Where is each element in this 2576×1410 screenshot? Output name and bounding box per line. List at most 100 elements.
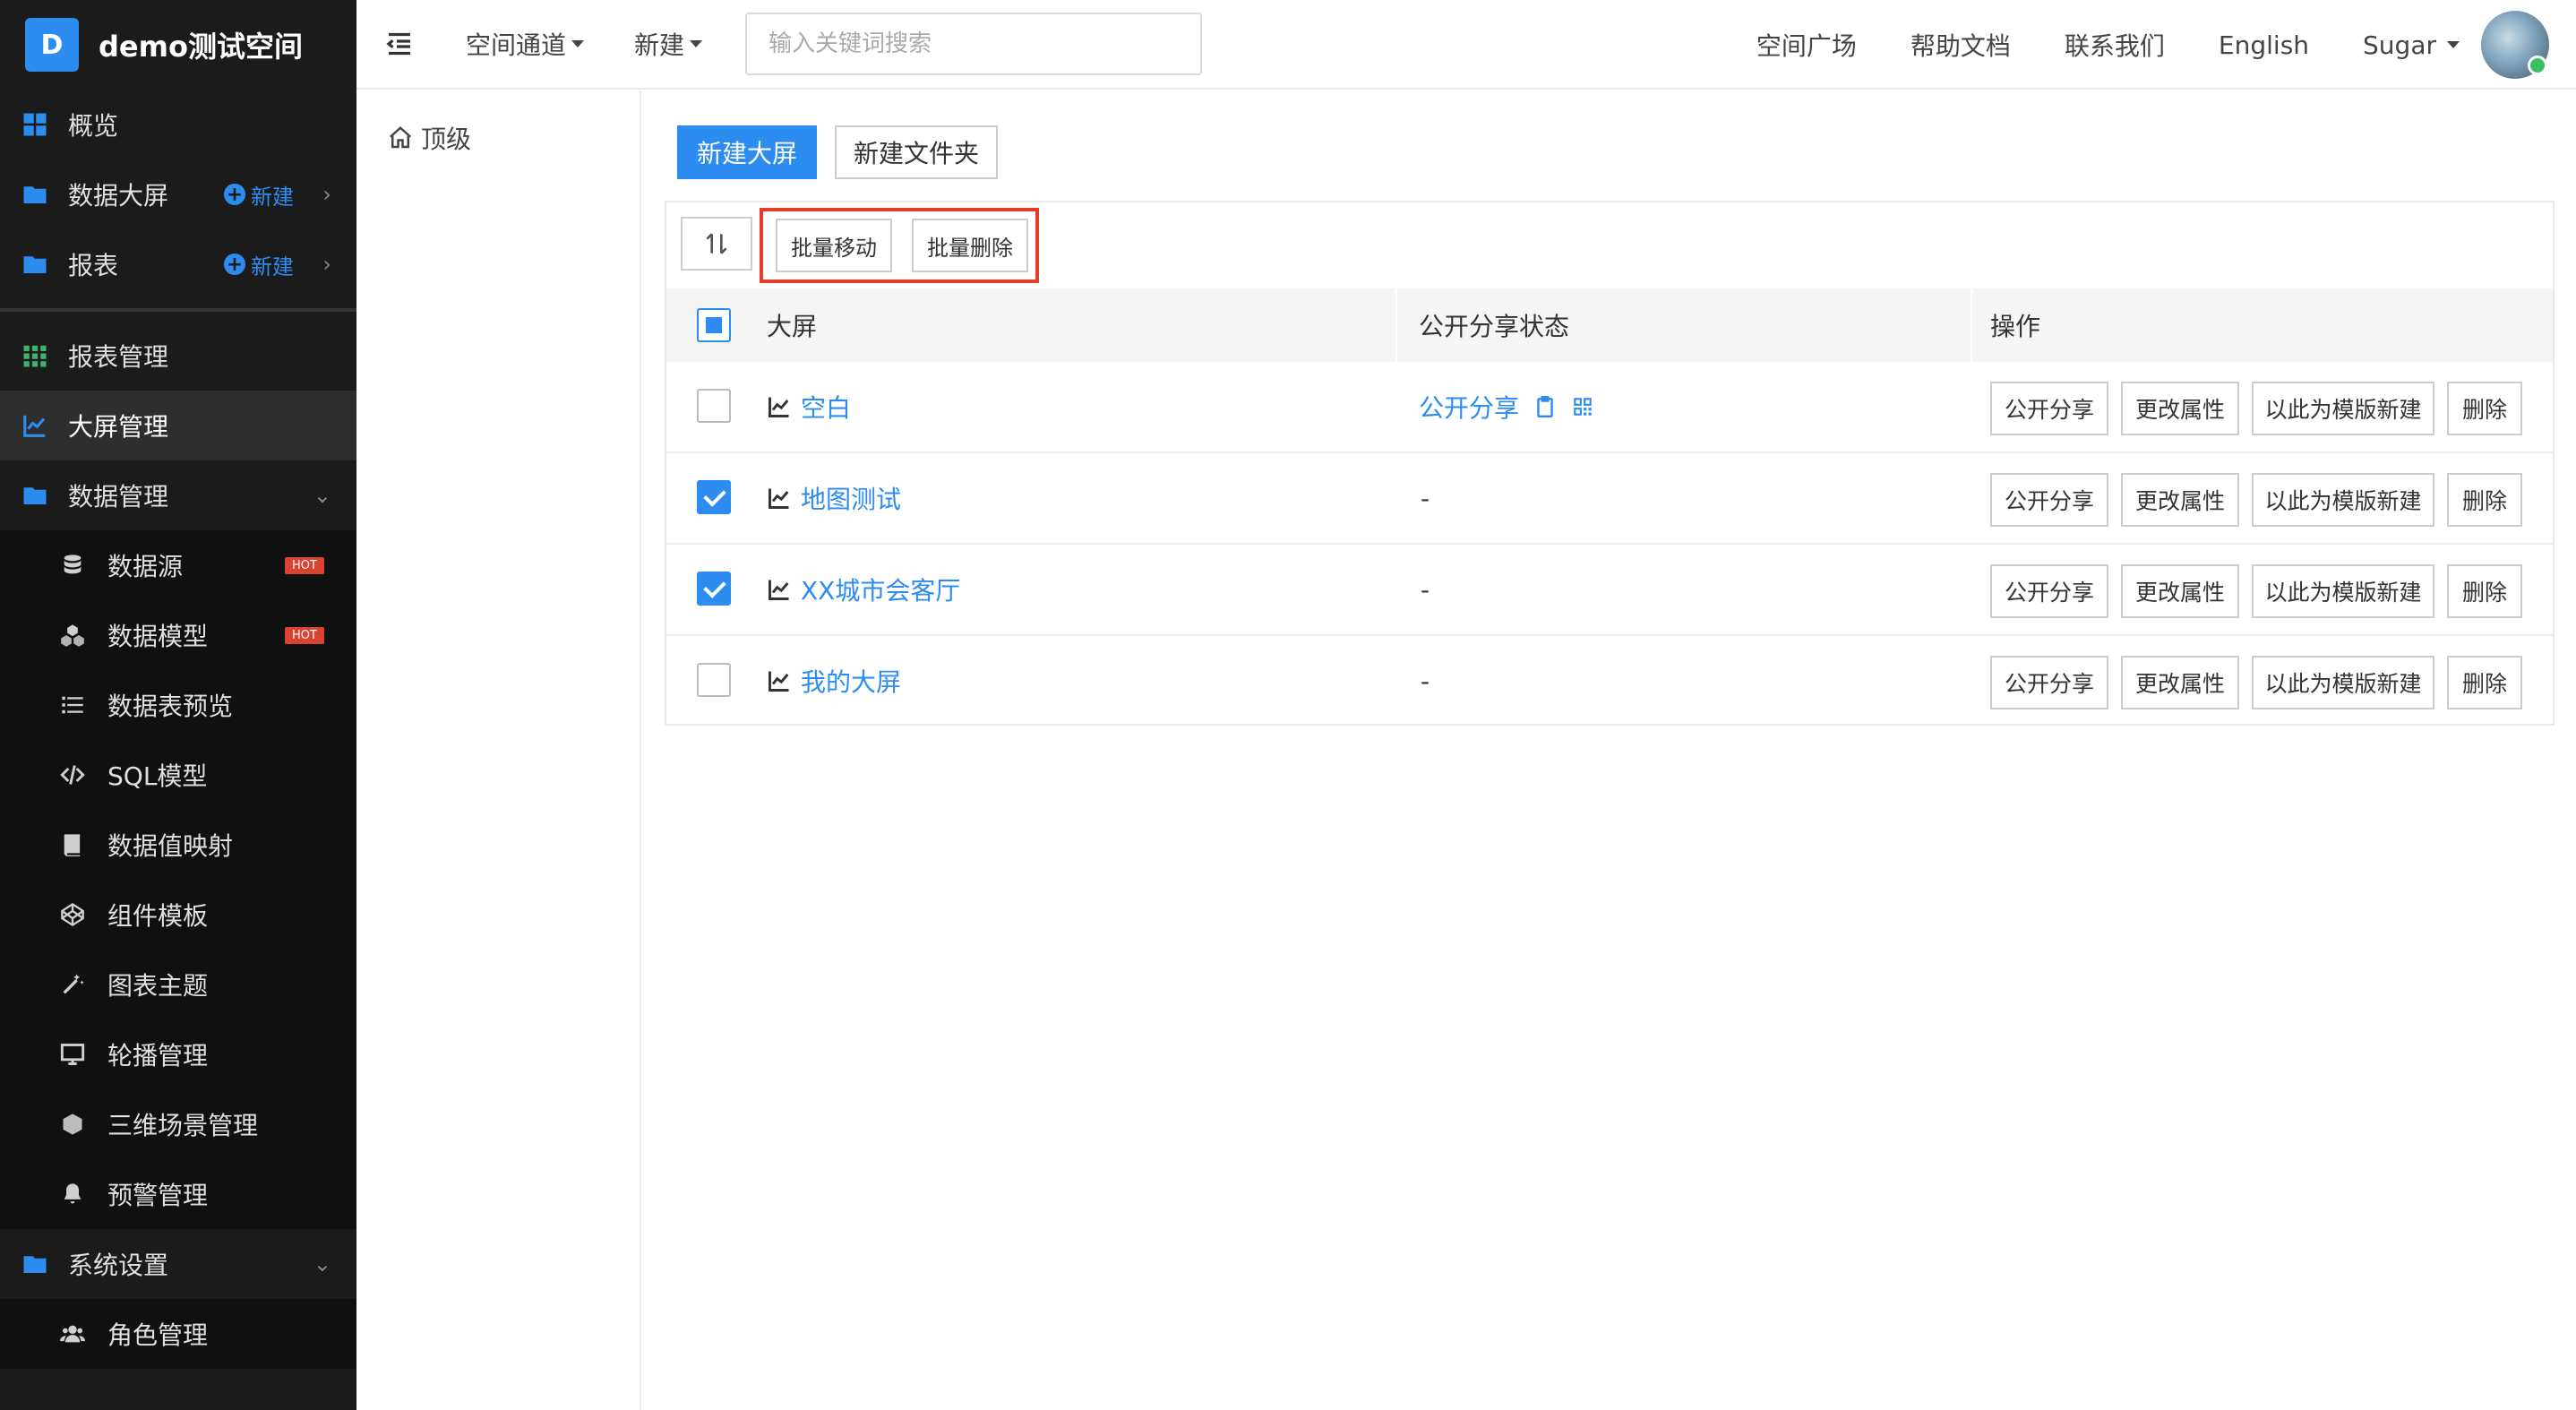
plus-circle-icon: + (224, 254, 245, 276)
new-dropdown[interactable]: 新建 (634, 26, 703, 62)
code-icon (57, 760, 88, 790)
sidebar-item-datasource[interactable]: 数据源 HOT (0, 530, 356, 600)
sidebar-item-sql-model[interactable]: SQL模型 (0, 740, 356, 810)
user-menu[interactable]: Sugar (2363, 30, 2460, 60)
qrcode-icon[interactable] (1571, 395, 1594, 418)
folder-root[interactable]: 顶级 (387, 120, 471, 156)
batch-delete-button[interactable]: 批量删除 (912, 219, 1028, 272)
brand-logo: D (25, 18, 79, 72)
sidebar-item-alert[interactable]: 预警管理 (0, 1159, 356, 1229)
screen-name-link[interactable]: 我的大屏 (767, 636, 901, 726)
sidebar-item-table-preview[interactable]: 数据表预览 (0, 670, 356, 740)
new-report-link[interactable]: + 新建 (224, 249, 294, 280)
sidebar-item-component-template[interactable]: 组件模板 (0, 880, 356, 950)
table-row: 我的大屏 - 公开分享 更改属性 以此为模版新建 删除 (666, 636, 2553, 727)
edit-props-button[interactable]: 更改属性 (2121, 473, 2239, 527)
link-english[interactable]: English (2219, 30, 2309, 60)
sidebar-item-label: 大屏管理 (68, 412, 169, 442)
public-share-button[interactable]: 公开分享 (1990, 473, 2108, 527)
sidebar-item-label: 数据模型 (107, 622, 209, 651)
sidebar-toggle-icon[interactable] (383, 28, 416, 60)
sidebar-item-role-manage[interactable]: 角色管理 (0, 1299, 356, 1369)
link-space-square[interactable]: 空间广场 (1756, 27, 1857, 63)
select-all-checkbox[interactable] (697, 308, 731, 342)
search-input[interactable] (745, 13, 1202, 75)
row-checkbox[interactable] (697, 389, 731, 423)
new-from-template-button[interactable]: 以此为模版新建 (2252, 656, 2434, 709)
new-from-template-button[interactable]: 以此为模版新建 (2252, 473, 2434, 527)
chevron-down-icon[interactable]: ⌄ (313, 483, 331, 508)
row-checkbox[interactable] (697, 663, 731, 697)
chevron-right-icon[interactable]: › (322, 252, 331, 277)
hot-badge: HOT (285, 556, 324, 574)
sidebar-item-system-settings[interactable]: 系统设置 ⌄ (0, 1229, 356, 1299)
avatar[interactable] (2481, 11, 2549, 79)
space-name[interactable]: demo测试空间 (99, 24, 303, 65)
new-screen-button[interactable]: 新建大屏 (677, 125, 817, 179)
sidebar-item-data-manage[interactable]: 数据管理 ⌄ (0, 460, 356, 530)
edit-props-button[interactable]: 更改属性 (2121, 382, 2239, 435)
row-actions: 公开分享 更改属性 以此为模版新建 删除 (1990, 656, 2535, 709)
sidebar-item-label: 角色管理 (107, 1320, 209, 1350)
new-folder-button[interactable]: 新建文件夹 (835, 125, 998, 179)
row-checkbox[interactable] (697, 572, 731, 606)
sidebar-item-overview[interactable]: 概览 (0, 90, 356, 159)
space-channel-label: 空间通道 (466, 30, 567, 60)
link-help-docs[interactable]: 帮助文档 (1911, 27, 2011, 63)
sidebar-item-label: 报表管理 (68, 342, 169, 372)
screen-name-link[interactable]: 空白 (767, 362, 851, 451)
line-chart-icon (769, 580, 789, 600)
chevron-down-icon[interactable]: ⌄ (313, 1251, 331, 1277)
delete-button[interactable]: 删除 (2447, 473, 2522, 527)
folder-icon (20, 480, 50, 511)
clipboard-icon[interactable] (1533, 395, 1557, 418)
sidebar-item-chart-theme[interactable]: 图表主题 (0, 950, 356, 1019)
row-actions: 公开分享 更改属性 以此为模版新建 删除 (1990, 382, 2535, 435)
edit-props-button[interactable]: 更改属性 (2121, 656, 2239, 709)
public-share-button[interactable]: 公开分享 (1990, 382, 2108, 435)
delete-button[interactable]: 删除 (2447, 382, 2522, 435)
sidebar-item-carousel[interactable]: 轮播管理 (0, 1019, 356, 1089)
folder-icon (20, 179, 50, 210)
sidebar-item-data-model[interactable]: 数据模型 HOT (0, 600, 356, 670)
new-screen-link[interactable]: + 新建 (224, 179, 294, 211)
list-icon (57, 690, 88, 720)
header-links: 空间广场 帮助文档 联系我们 English Sugar (1756, 0, 2576, 90)
caret-down-icon (2447, 41, 2460, 48)
public-share-button[interactable]: 公开分享 (1990, 656, 2108, 709)
sidebar-item-label: SQL模型 (107, 761, 208, 791)
column-separator (1971, 288, 1972, 362)
new-from-template-button[interactable]: 以此为模版新建 (2252, 564, 2434, 618)
caret-down-icon (571, 40, 585, 47)
row-actions: 公开分享 更改属性 以此为模版新建 删除 (1990, 564, 2535, 618)
sidebar-item-3d-scene[interactable]: 三维场景管理 (0, 1089, 356, 1159)
edit-props-button[interactable]: 更改属性 (2121, 564, 2239, 618)
cube-icon (57, 1109, 88, 1139)
column-separator (1395, 288, 1397, 362)
screen-name-link[interactable]: 地图测试 (767, 453, 901, 543)
user-name: Sugar (2363, 30, 2436, 60)
sidebar-item-value-mapping[interactable]: 数据值映射 (0, 810, 356, 880)
sidebar-item-report[interactable]: 报表 + 新建 › (0, 229, 356, 299)
column-header-name[interactable]: 大屏 (767, 288, 817, 362)
sidebar-item-label: 轮播管理 (107, 1041, 209, 1070)
plus-circle-icon: + (224, 184, 245, 206)
link-contact-us[interactable]: 联系我们 (2065, 27, 2165, 63)
table-toolbar: 批量移动 批量删除 (666, 202, 2553, 288)
row-checkbox[interactable] (697, 480, 731, 514)
delete-button[interactable]: 删除 (2447, 656, 2522, 709)
batch-move-button[interactable]: 批量移动 (776, 219, 892, 272)
share-status-link[interactable]: 公开分享 (1419, 389, 1519, 425)
folder-tree: 顶级 (356, 91, 641, 1410)
sidebar-item-data-screen[interactable]: 数据大屏 + 新建 › (0, 159, 356, 229)
codepen-icon (57, 899, 88, 930)
delete-button[interactable]: 删除 (2447, 564, 2522, 618)
sort-button[interactable] (681, 217, 752, 271)
new-from-template-button[interactable]: 以此为模版新建 (2252, 382, 2434, 435)
public-share-button[interactable]: 公开分享 (1990, 564, 2108, 618)
space-channel-dropdown[interactable]: 空间通道 (466, 26, 585, 62)
sidebar-item-screen-manage[interactable]: 大屏管理 (0, 391, 356, 460)
screen-name-link[interactable]: XX城市会客厅 (767, 545, 960, 634)
chevron-right-icon[interactable]: › (322, 182, 331, 207)
sidebar-item-report-manage[interactable]: 报表管理 (0, 321, 356, 391)
